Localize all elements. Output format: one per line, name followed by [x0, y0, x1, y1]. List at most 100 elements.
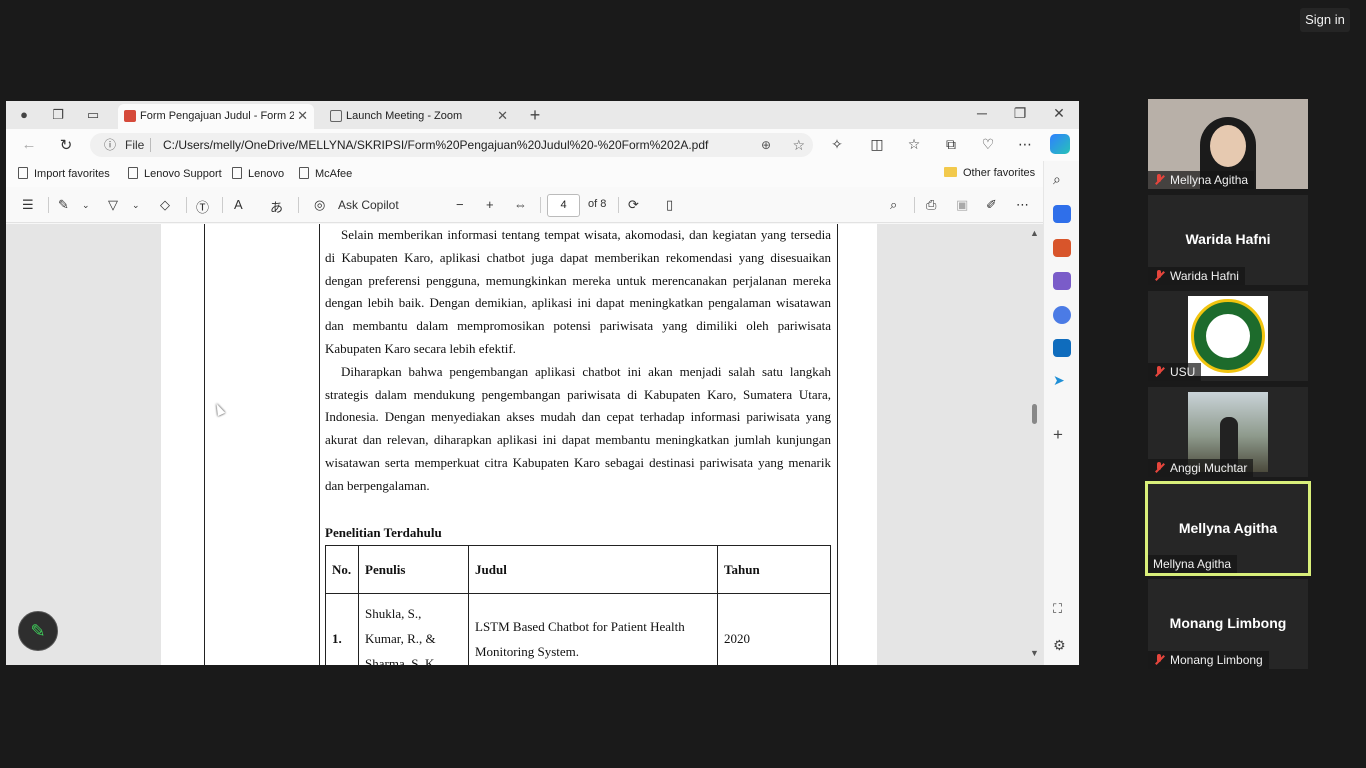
shopping-icon[interactable] — [1053, 205, 1071, 223]
refresh-icon[interactable]: ↻ — [57, 136, 75, 154]
paragraph: Diharapkan bahwa pengembangan aplikasi c… — [325, 363, 831, 493]
participant-name: Mellyna Agitha — [1178, 520, 1278, 536]
scroll-down-icon[interactable]: ▼ — [1030, 648, 1039, 658]
close-tab-icon[interactable]: ✕ — [294, 104, 308, 128]
tab-form-pengajuan[interactable]: Form Pengajuan Judul - Form 2A ✕ — [118, 104, 314, 129]
more-options-icon[interactable]: ⋯ — [1016, 197, 1029, 213]
scroll-up-icon[interactable]: ▲ — [1030, 228, 1039, 238]
chevron-down-icon[interactable]: ⌄ — [132, 200, 140, 211]
workspaces-icon[interactable]: ❐ — [50, 107, 66, 123]
zoom-icon[interactable]: ⊕ — [761, 133, 771, 157]
save-as-icon[interactable]: ✐ — [986, 197, 997, 213]
participant-label: USU — [1148, 363, 1202, 381]
close-tab-icon[interactable]: ✕ — [497, 104, 508, 128]
outlook-icon[interactable] — [1053, 339, 1071, 357]
fit-page-icon[interactable]: ⇔ — [514, 197, 527, 212]
save-icon[interactable]: ▣ — [956, 197, 968, 213]
import-icon — [18, 167, 28, 179]
annotate-pen-button[interactable]: ✎ — [18, 611, 58, 651]
extensions-icon[interactable]: ✧ — [828, 136, 846, 153]
mcafee-link[interactable]: McAfee — [299, 167, 352, 180]
scroll-thumb[interactable] — [1032, 404, 1037, 424]
profile-icon[interactable]: ● — [16, 107, 32, 123]
participant-tile-speaking[interactable]: Mellyna Agitha Mellyna Agitha — [1145, 481, 1311, 576]
read-aloud-icon[interactable]: A — [234, 197, 243, 212]
screenshot-icon[interactable]: ⛶ — [1053, 601, 1071, 619]
more-menu-icon[interactable]: ⋯ — [1016, 136, 1034, 153]
participant-tile[interactable]: Monang Limbong Monang Limbong — [1148, 579, 1308, 669]
microsoft365-icon[interactable] — [1053, 306, 1071, 324]
participant-label: Mellyna Agitha — [1148, 555, 1238, 573]
zoom-out-icon[interactable]: − — [456, 197, 464, 212]
address-bar-row: ← ↻ ⓘ File C:/Users/melly/OneDrive/MELLY… — [6, 129, 1079, 161]
restore-icon[interactable]: ❐ — [1010, 105, 1030, 122]
add-sidebar-icon[interactable]: + — [1053, 425, 1071, 444]
mic-muted-icon — [1154, 366, 1164, 378]
table-cell: LSTM Based Chatbot for Patient Health Mo… — [468, 593, 718, 665]
column-header: Penulis — [358, 545, 469, 594]
add-text-icon[interactable]: Ⓣ — [196, 197, 209, 216]
mic-muted-icon — [1154, 174, 1164, 186]
participant-name: Monang Limbong — [1169, 615, 1287, 631]
split-screen-icon[interactable]: ◫ — [868, 136, 886, 153]
minimize-icon[interactable]: ─ — [972, 105, 992, 121]
participant-tile[interactable]: Warida Hafni Warida Hafni — [1148, 195, 1308, 285]
zoom-in-icon[interactable]: + — [486, 197, 494, 212]
sidebar-settings-icon[interactable]: ⚙ — [1053, 637, 1071, 655]
import-favorites-link[interactable]: Import favorites — [18, 167, 110, 180]
lenovo-link[interactable]: Lenovo — [232, 167, 284, 180]
favorite-star-icon[interactable]: ☆ — [792, 133, 805, 157]
send-icon[interactable]: ➤ — [1053, 372, 1071, 390]
participant-tile[interactable]: USU — [1148, 291, 1308, 381]
page-icon — [128, 167, 138, 179]
new-tab-icon[interactable]: + — [527, 106, 543, 124]
chevron-down-icon[interactable]: ⌄ — [82, 200, 90, 211]
print-icon[interactable]: ⎙ — [926, 197, 936, 213]
table-cell: Shukla, S., Kumar, R., & Sharma, S. K. — [358, 593, 469, 665]
back-icon[interactable]: ← — [20, 136, 38, 153]
participant-tile[interactable]: Anggi Muchtar — [1148, 387, 1308, 477]
column-header: Judul — [468, 545, 718, 594]
section-heading: Penelitian Terdahulu — [325, 524, 442, 540]
pdf-toolbar: ☰ ✎ ⌄ ▽ ⌄ ◇ Ⓣ A あ ◎ Ask Copilot − + ⇔ 4 … — [6, 187, 1043, 223]
favorites-icon[interactable]: ☆ — [905, 136, 923, 153]
folder-icon — [944, 167, 957, 177]
browser-essentials-icon[interactable]: ♡ — [979, 136, 997, 153]
browser-window: ● ❐ ▭ Form Pengajuan Judul - Form 2A ✕ L… — [6, 101, 1079, 665]
mic-muted-icon — [1154, 270, 1164, 282]
mic-muted-icon — [1154, 462, 1164, 474]
close-window-icon[interactable]: ✕ — [1049, 105, 1069, 122]
paragraph: Selain memberikan informasi tentang temp… — [325, 227, 831, 356]
tab-actions-icon[interactable]: ▭ — [85, 107, 101, 123]
participant-tile[interactable]: Mellyna Agitha — [1148, 99, 1308, 189]
sidebar-search-icon[interactable]: ⌕ — [1053, 171, 1071, 189]
ask-copilot-button[interactable]: Ask Copilot — [338, 198, 399, 212]
collections-icon[interactable]: ⧉ — [942, 136, 960, 153]
erase-icon[interactable]: ◇ — [160, 197, 170, 213]
address-bar[interactable]: ⓘ File C:/Users/melly/OneDrive/MELLYNA/S… — [90, 133, 813, 157]
contents-icon[interactable]: ☰ — [22, 197, 34, 213]
page-icon — [299, 167, 309, 179]
url-text[interactable]: C:/Users/melly/OneDrive/MELLYNA/SKRIPSI/… — [163, 133, 708, 157]
search-icon[interactable]: ⌕ — [890, 197, 897, 213]
translate-icon[interactable]: あ — [270, 197, 283, 216]
pdf-viewer[interactable]: Selain memberikan informasi tentang temp… — [6, 224, 1043, 665]
sign-in-button[interactable]: Sign in — [1300, 8, 1350, 32]
other-favorites-folder[interactable]: Other favorites — [944, 167, 1035, 179]
page-number-input[interactable]: 4 — [547, 194, 580, 217]
draw-icon[interactable]: ▽ — [108, 197, 118, 213]
highlight-icon[interactable]: ✎ — [58, 197, 69, 213]
participant-label: Monang Limbong — [1148, 651, 1269, 669]
games-icon[interactable] — [1053, 272, 1071, 290]
tab-launch-meeting[interactable]: Launch Meeting - Zoom ✕ — [324, 104, 514, 129]
vertical-scrollbar[interactable]: ▲ ▼ — [1029, 224, 1041, 665]
tab-bar: ● ❐ ▭ Form Pengajuan Judul - Form 2A ✕ L… — [6, 101, 1079, 129]
page-view-icon[interactable]: ▯ — [666, 197, 673, 213]
table-row: 1. Shukla, S., Kumar, R., & Sharma, S. K… — [325, 593, 831, 665]
pdf-icon — [124, 110, 136, 122]
info-icon[interactable]: ⓘ — [104, 133, 116, 157]
tools-icon[interactable] — [1053, 239, 1071, 257]
lenovo-support-link[interactable]: Lenovo Support — [128, 167, 222, 180]
rotate-icon[interactable]: ⟳ — [628, 197, 639, 213]
copilot-icon[interactable] — [1050, 134, 1070, 154]
